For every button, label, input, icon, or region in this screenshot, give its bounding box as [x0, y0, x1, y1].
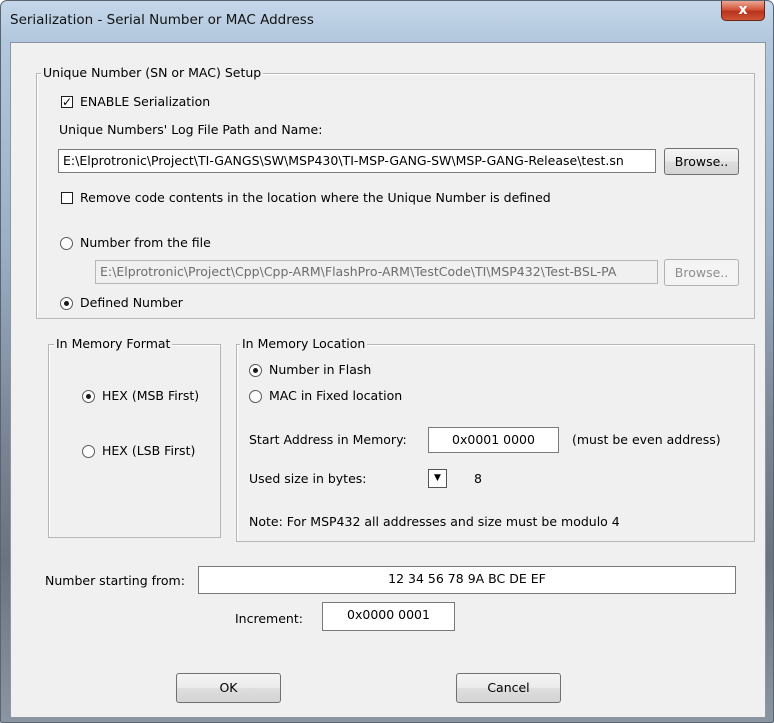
number-start-label: Number starting from:: [45, 573, 185, 588]
memory-location-group: In Memory Location Number in Flash MAC i…: [236, 336, 755, 542]
number-in-flash-radio[interactable]: [249, 364, 262, 377]
browse-number-file-button: Browse..: [664, 259, 739, 286]
number-in-flash-label[interactable]: Number in Flash: [269, 362, 371, 377]
enable-serialization-label[interactable]: ENABLE Serialization: [80, 94, 210, 109]
memory-format-title: In Memory Format: [54, 336, 173, 351]
dialog-window: Serialization - Serial Number or MAC Add…: [0, 0, 774, 723]
start-address-input[interactable]: 0x0001 0000: [428, 427, 559, 453]
hex-msb-label[interactable]: HEX (MSB First): [102, 388, 199, 403]
hex-lsb-label[interactable]: HEX (LSB First): [102, 443, 195, 458]
number-file-path-input: E:\Elprotronic\Project\Cpp\Cpp-ARM\Flash…: [95, 260, 658, 284]
used-size-label: Used size in bytes:: [249, 471, 367, 486]
increment-label: Increment:: [235, 611, 303, 626]
used-size-value[interactable]: 8: [474, 471, 482, 486]
logfile-path-input[interactable]: E:\Elprotronic\Project\TI-GANGS\SW\MSP43…: [58, 149, 656, 173]
browse-logfile-button[interactable]: Browse..: [664, 148, 739, 175]
hex-msb-radio[interactable]: [82, 390, 95, 403]
memory-format-group: In Memory Format HEX (MSB First) HEX (LS…: [48, 336, 221, 538]
defined-number-radio[interactable]: [60, 297, 73, 310]
cancel-button[interactable]: Cancel: [456, 673, 561, 703]
number-from-file-radio[interactable]: [60, 237, 73, 250]
remove-code-checkbox[interactable]: [61, 192, 73, 204]
dropdown-arrow-icon: ▼: [434, 473, 441, 483]
number-from-file-label[interactable]: Number from the file: [80, 235, 211, 250]
window-title: Serialization - Serial Number or MAC Add…: [10, 12, 314, 28]
close-icon: x: [738, 2, 748, 18]
title-bar: Serialization - Serial Number or MAC Add…: [1, 1, 773, 37]
close-button[interactable]: x: [721, 1, 765, 21]
mac-fixed-location-radio[interactable]: [249, 390, 262, 403]
used-size-dropdown-button[interactable]: ▼: [428, 469, 447, 488]
increment-input[interactable]: 0x0000 0001: [322, 602, 455, 631]
dialog-client: Unique Number (SN or MAC) Setup ✓ ENABLE…: [10, 42, 766, 718]
number-start-input[interactable]: 12 34 56 78 9A BC DE EF: [198, 566, 736, 594]
defined-number-label[interactable]: Defined Number: [80, 295, 183, 310]
mac-fixed-location-label[interactable]: MAC in Fixed location: [269, 388, 402, 403]
enable-serialization-checkbox[interactable]: ✓: [61, 96, 73, 108]
logfile-label: Unique Numbers' Log File Path and Name:: [59, 122, 323, 137]
hex-lsb-radio[interactable]: [82, 445, 95, 458]
setup-group: Unique Number (SN or MAC) Setup ✓ ENABLE…: [36, 65, 755, 319]
remove-code-label[interactable]: Remove code contents in the location whe…: [80, 190, 551, 205]
start-address-label: Start Address in Memory:: [249, 432, 407, 447]
memory-location-title: In Memory Location: [240, 336, 368, 351]
ok-button[interactable]: OK: [176, 673, 281, 703]
start-address-note: (must be even address): [572, 432, 721, 447]
modulo-note: Note: For MSP432 all addresses and size …: [249, 514, 620, 529]
checkmark-icon: ✓: [62, 95, 73, 109]
setup-group-title: Unique Number (SN or MAC) Setup: [41, 65, 264, 80]
